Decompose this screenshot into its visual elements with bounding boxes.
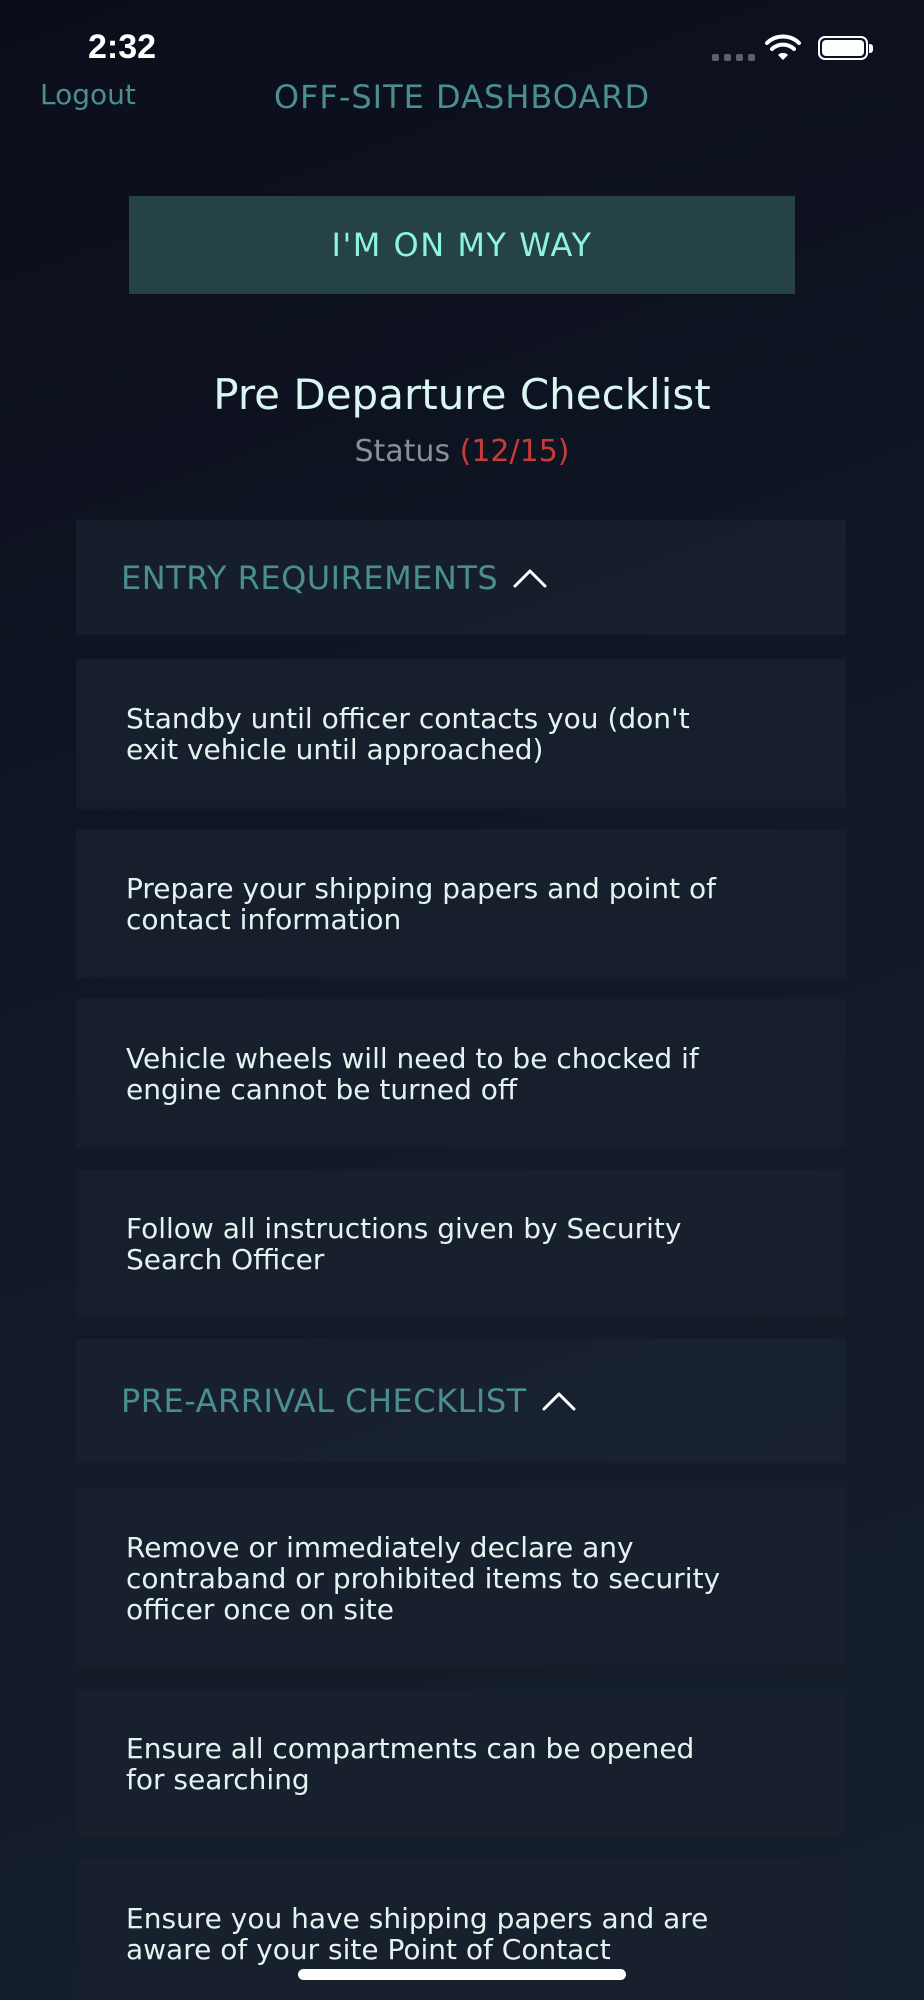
section-header-entry-requirements[interactable]: ENTRY REQUIREMENTS [76, 520, 846, 635]
checklist-item[interactable]: Standby until officer contacts you (don'… [76, 659, 846, 809]
checklist-item-text: Standby until officer contacts you (don'… [126, 702, 690, 766]
checklist-item[interactable]: Vehicle wheels will need to be chocked i… [76, 999, 846, 1149]
section-header-label: ENTRY REQUIREMENTS [121, 558, 499, 597]
battery-icon [818, 36, 873, 60]
checklist-item[interactable]: Remove or immediately declare any contra… [76, 1487, 846, 1669]
status-time: 2:32 [88, 28, 157, 66]
section-header-label: PRE-ARRIVAL CHECKLIST [121, 1382, 527, 1420]
checklist-item-text: Follow all instructions given by Securit… [126, 1212, 682, 1276]
checklist-item-text: Vehicle wheels will need to be chocked i… [126, 1042, 699, 1106]
screen: 2:32 Logout OFF-SITE DASHBOARD I'M ON MY… [0, 0, 924, 2000]
wifi-icon [765, 34, 801, 60]
cellular-signal-icon [712, 54, 755, 61]
checklist-item-text: Ensure you have shipping papers and are … [126, 1902, 709, 1966]
section-header-pre-arrival-checklist[interactable]: PRE-ARRIVAL CHECKLIST [76, 1339, 846, 1463]
checklist-list: ENTRY REQUIREMENTS Standby until officer… [76, 520, 846, 2000]
on-my-way-button[interactable]: I'M ON MY WAY [129, 196, 795, 294]
checklist-item[interactable]: Ensure all compartments can be opened fo… [76, 1689, 846, 1839]
chevron-up-icon [513, 569, 547, 587]
chevron-up-icon [542, 1392, 576, 1411]
checklist-item[interactable]: Prepare your shipping papers and point o… [76, 829, 846, 979]
checklist-item-text: Remove or immediately declare any contra… [126, 1530, 721, 1626]
checklist-status: Status (12/15) [0, 434, 924, 469]
status-label: Status [354, 434, 451, 469]
checklist-item-text: Prepare your shipping papers and point o… [126, 872, 716, 936]
status-count: (12/15) [459, 434, 570, 469]
checklist-item-text: Ensure all compartments can be opened fo… [126, 1732, 695, 1796]
page-title: OFF-SITE DASHBOARD [273, 78, 651, 116]
checklist-title: Pre Departure Checklist [213, 370, 711, 419]
home-indicator[interactable] [298, 1969, 626, 1980]
checklist-item[interactable]: Follow all instructions given by Securit… [76, 1169, 846, 1319]
